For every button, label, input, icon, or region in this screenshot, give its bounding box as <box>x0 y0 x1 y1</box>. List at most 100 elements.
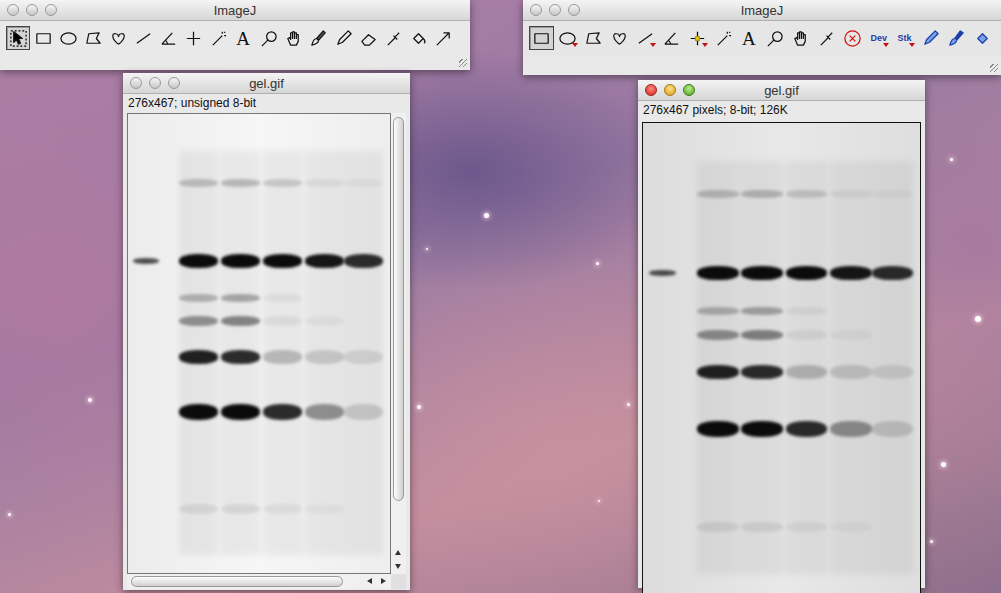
tool-button[interactable] <box>406 26 430 50</box>
gel-band <box>830 421 872 437</box>
window-button[interactable] <box>149 77 161 89</box>
tool-button[interactable] <box>711 26 736 50</box>
tool-button[interactable] <box>331 26 355 50</box>
title-bar[interactable]: gel.gif <box>123 73 410 94</box>
tool-button[interactable] <box>659 26 684 50</box>
tool-icon <box>584 29 603 48</box>
tool-button[interactable] <box>555 26 580 50</box>
gel-band <box>179 179 218 187</box>
tool-button[interactable]: Stk <box>892 26 917 50</box>
gel-band <box>344 350 383 364</box>
tool-button[interactable] <box>581 26 606 50</box>
tool-button[interactable] <box>918 26 943 50</box>
tool-button[interactable] <box>431 26 455 50</box>
gel-band <box>786 421 828 437</box>
tool-button[interactable]: A <box>737 26 762 50</box>
window-button[interactable] <box>683 84 695 96</box>
horizontal-scrollbar[interactable] <box>127 574 391 589</box>
resize-grip-icon[interactable] <box>990 64 998 72</box>
tool-button[interactable] <box>131 26 155 50</box>
tool-button[interactable] <box>356 26 380 50</box>
gel-band <box>786 330 828 340</box>
tool-button[interactable] <box>685 26 710 50</box>
gel-band <box>221 316 260 326</box>
tool-button[interactable] <box>306 26 330 50</box>
tool-icon <box>209 29 228 48</box>
tool-button[interactable] <box>788 26 813 50</box>
window-button[interactable] <box>645 84 657 96</box>
star <box>8 513 11 516</box>
gel-band <box>741 190 783 198</box>
gel-band <box>221 504 260 514</box>
tool-icon <box>134 29 153 48</box>
scroll-down-icon[interactable] <box>395 564 401 569</box>
scroll-corner <box>391 574 406 589</box>
gel-band <box>830 522 872 532</box>
tool-button[interactable] <box>814 26 839 50</box>
gel-band <box>786 190 828 198</box>
title-bar[interactable]: ImageJ <box>0 0 470 21</box>
tool-button[interactable] <box>106 26 130 50</box>
gel-image[interactable] <box>643 123 920 593</box>
window-button[interactable] <box>26 4 38 16</box>
tool-icon <box>34 29 53 48</box>
gel-band <box>221 254 260 268</box>
gel-band <box>872 190 914 198</box>
window-button[interactable] <box>45 4 57 16</box>
window-button[interactable] <box>168 77 180 89</box>
window-button[interactable] <box>130 77 142 89</box>
tool-button[interactable] <box>256 26 280 50</box>
gel-band <box>179 504 218 514</box>
gel-band <box>741 365 783 379</box>
tool-button[interactable]: A <box>231 26 255 50</box>
tool-icon <box>817 29 836 48</box>
tool-icon <box>309 29 328 48</box>
window-button[interactable] <box>530 4 542 16</box>
tool-button[interactable]: Dev <box>866 26 891 50</box>
window-button[interactable] <box>664 84 676 96</box>
image-view <box>642 122 921 593</box>
tool-button[interactable] <box>31 26 55 50</box>
tool-button[interactable] <box>762 26 787 50</box>
scroll-left-icon[interactable] <box>367 578 372 584</box>
resize-grip-icon[interactable] <box>459 59 467 67</box>
tool-button[interactable] <box>607 26 632 50</box>
window-button[interactable] <box>568 4 580 16</box>
star <box>417 405 421 409</box>
tool-icon <box>384 29 403 48</box>
gel-band <box>741 522 783 532</box>
image-view <box>127 113 406 589</box>
scroll-thumb[interactable] <box>131 576 343 587</box>
tool-button[interactable] <box>970 26 995 50</box>
tool-button[interactable] <box>206 26 230 50</box>
tool-button[interactable] <box>633 26 658 50</box>
gel-band <box>305 404 344 420</box>
scroll-up-icon[interactable] <box>395 550 401 555</box>
tool-icon <box>434 29 453 48</box>
tool-button[interactable] <box>840 26 865 50</box>
title-bar[interactable]: ImageJ <box>523 0 1001 21</box>
vertical-scrollbar[interactable] <box>391 113 406 574</box>
tool-button[interactable] <box>381 26 405 50</box>
scroll-thumb[interactable] <box>393 117 404 501</box>
star <box>484 213 489 218</box>
tool-button[interactable] <box>281 26 305 50</box>
tool-button[interactable] <box>56 26 80 50</box>
gel-band <box>741 421 783 437</box>
tool-button[interactable] <box>944 26 969 50</box>
tool-button[interactable] <box>156 26 180 50</box>
gel-band <box>305 504 344 514</box>
gel-band <box>221 350 260 364</box>
gel-band <box>179 350 218 364</box>
tool-icon <box>714 29 733 48</box>
tool-button[interactable] <box>6 26 30 50</box>
scroll-right-icon[interactable] <box>381 578 386 584</box>
window-button[interactable] <box>7 4 19 16</box>
window-button[interactable] <box>549 4 561 16</box>
tool-button[interactable] <box>529 26 554 50</box>
gel-image[interactable] <box>127 113 391 574</box>
tool-button[interactable] <box>81 26 105 50</box>
tool-button[interactable] <box>181 26 205 50</box>
star <box>596 262 599 265</box>
title-bar[interactable]: gel.gif <box>638 80 925 101</box>
